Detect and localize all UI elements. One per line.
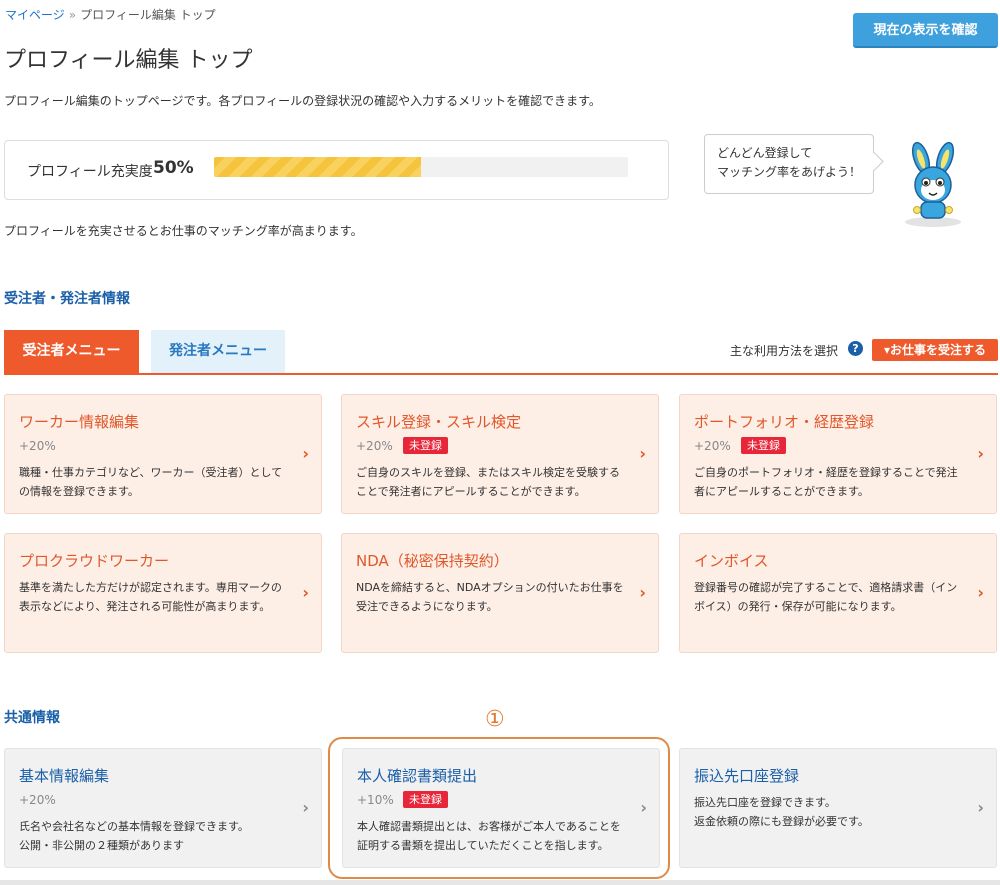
chevron-right-icon: › <box>977 583 984 602</box>
completion-progress-fill <box>214 157 421 177</box>
card-description: ご自身のポートフォリオ・経歴を登録することで発注 者にアピールすることができます。 <box>694 466 958 498</box>
completion-note: プロフィールを充実させるとお仕事のマッチング率が高まります。 <box>4 224 363 238</box>
unregistered-badge: 未登録 <box>403 791 448 808</box>
card-identity-verification-highlight[interactable]: 本人確認書類提出 +10% 未登録 本人確認書類提出とは、お客様がご本人であるこ… <box>328 737 670 879</box>
card-title: ワーカー情報編集 <box>19 413 140 431</box>
card-description: ご自身のスキルを登録、またはスキル検定を受験する ことで発注者にアピールすることが… <box>356 466 620 498</box>
unregistered-badge: 未登録 <box>741 437 786 454</box>
card-title: スキル登録・スキル検定 <box>356 413 522 431</box>
usage-method-label: 主な利用方法を選択 <box>729 344 838 358</box>
card-worker-info[interactable]: ワーカー情報編集 +20% 職種・仕事カテゴリなど、ワーカー（受注者）として の情… <box>4 394 322 514</box>
completion-progress-bar <box>214 157 628 177</box>
card-description: 登録番号の確認が完了することで、適格請求書（イン ボイス）の発行・保存が可能になり… <box>694 581 958 613</box>
chevron-right-icon: › <box>639 444 646 463</box>
tab-client-menu[interactable]: 発注者メニュー <box>151 330 285 373</box>
card-title: 振込先口座登録 <box>694 767 800 785</box>
card-title: インボイス <box>694 552 769 570</box>
card-title: 本人確認書類提出 <box>357 767 478 785</box>
card-pro-crowdworker[interactable]: プロクラウドワーカー 基準を満たした方だけが認定されます。専用マークの 表示などに… <box>4 533 322 653</box>
card-skill-registration[interactable]: スキル登録・スキル検定 +20% 未登録 ご自身のスキルを登録、またはスキル検定… <box>341 394 659 514</box>
card-title: 基本情報編集 <box>19 767 110 785</box>
chevron-right-icon: › <box>977 444 984 463</box>
card-nda[interactable]: NDA（秘密保持契約） NDAを締結すると、NDAオプションの付いたお仕事を 受注… <box>341 533 659 653</box>
card-portfolio-registration[interactable]: ポートフォリオ・経歴登録 +20% 未登録 ご自身のポートフォリオ・経歴を登録す… <box>679 394 997 514</box>
chevron-right-icon: › <box>977 798 984 817</box>
bubble-line-1: どんどん登録して <box>717 146 813 160</box>
card-title: プロクラウドワーカー <box>19 552 170 570</box>
confirm-display-button[interactable]: 現在の表示を確認 <box>853 13 998 48</box>
breadcrumb: マイページ» プロフィール編集 トップ <box>5 6 216 23</box>
chevron-right-icon: › <box>302 444 309 463</box>
card-description: 職種・仕事カテゴリなど、ワーカー（受注者）として の情報を登録できます。 <box>19 466 283 498</box>
breadcrumb-current: プロフィール編集 トップ <box>80 8 216 22</box>
annotation-marker: ① <box>485 707 505 732</box>
chevron-right-icon: › <box>302 583 309 602</box>
help-icon[interactable]: ? <box>848 341 863 356</box>
speech-bubble: どんどん登録して マッチング率をあげよう！ <box>704 134 874 194</box>
section-title-worker-client: 受注者・発注者情報 <box>4 291 130 307</box>
completion-label: プロフィール充実度 <box>27 164 153 180</box>
completion-value: 50% <box>153 158 194 178</box>
card-basic-info[interactable]: 基本情報編集 +20% 氏名や会社名などの基本情報を登録できます。 公開・非公開の… <box>4 748 322 868</box>
section-title-common: 共通情報 <box>4 710 60 726</box>
card-description: 本人確認書類提出とは、お客様がご本人であることを 証明する書類を提出していただくこ… <box>357 820 621 852</box>
card-invoice[interactable]: インボイス 登録番号の確認が完了することで、適格請求書（イン ボイス）の発行・保存… <box>679 533 997 653</box>
card-description: 振込先口座を登録できます。 返金依頼の際にも登録が必要です。 <box>694 796 869 828</box>
card-identity-verification[interactable]: 本人確認書類提出 +10% 未登録 本人確認書類提出とは、お客様がご本人であるこ… <box>342 748 660 868</box>
card-percent: +20% <box>19 439 56 453</box>
chevron-right-icon: › <box>302 798 309 817</box>
usage-mode-select[interactable]: ▾お仕事を受注する <box>872 339 998 361</box>
tab-worker-menu[interactable]: 受注者メニュー <box>4 330 139 373</box>
card-title: NDA（秘密保持契約） <box>356 552 509 570</box>
card-percent: +20% <box>694 439 731 453</box>
page-bottom-bar <box>0 880 1000 885</box>
menu-tabs: 受注者メニュー 発注者メニュー 主な利用方法を選択 ? ▾お仕事を受注する <box>4 330 998 375</box>
card-title: ポートフォリオ・経歴登録 <box>694 413 875 431</box>
card-bank-account[interactable]: 振込先口座登録 振込先口座を登録できます。 返金依頼の際にも登録が必要です。 › <box>679 748 997 868</box>
profile-completion-box: プロフィール充実度 50% <box>4 140 669 200</box>
card-percent: +10% <box>357 793 394 807</box>
breadcrumb-separator: » <box>68 8 77 22</box>
card-description: NDAを締結すると、NDAオプションの付いたお仕事を 受注できるようになります。 <box>356 581 624 613</box>
card-description: 基準を満たした方だけが認定されます。専用マークの 表示などにより、発注される可能性… <box>19 581 282 613</box>
card-percent: +20% <box>356 439 393 453</box>
card-description: 氏名や会社名などの基本情報を登録できます。 公開・非公開の２種類があります <box>19 820 249 852</box>
chevron-right-icon: › <box>640 798 647 817</box>
chevron-right-icon: › <box>639 583 646 602</box>
card-percent: +20% <box>19 793 56 807</box>
page-title: プロフィール編集 トップ <box>4 48 253 73</box>
unregistered-badge: 未登録 <box>403 437 448 454</box>
page-description: プロフィール編集のトップページです。各プロフィールの登録状況の確認や入力するメリ… <box>4 94 601 108</box>
bubble-line-2: マッチング率をあげよう！ <box>717 165 862 179</box>
rabbit-mascot-icon <box>905 141 961 227</box>
breadcrumb-home-link[interactable]: マイページ <box>5 8 65 22</box>
